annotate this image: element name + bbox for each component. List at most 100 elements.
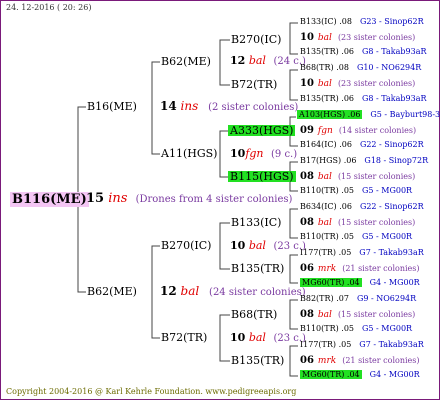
- l4-ancestor-row: B110(TR) .05 G5 - MG00R: [300, 233, 412, 241]
- root-num: 15: [86, 191, 105, 206]
- l4-note: (15 sister colonies): [337, 172, 416, 181]
- l4-origin-label: G10 - NO6294R: [356, 63, 422, 72]
- l2-num: 10: [230, 331, 246, 344]
- l2-queen-a11: A11(HGS): [161, 147, 218, 160]
- l4-num: 08: [300, 217, 314, 228]
- l4-drone-row: 08 bal (15 sister colonies): [300, 218, 415, 228]
- l1-ins: bal: [180, 284, 200, 298]
- l4-origin-label: G5 - MG00R: [362, 186, 413, 195]
- l4-num: 08: [300, 171, 314, 182]
- l4-queen-label: B17(HGS) .06: [300, 156, 357, 165]
- l4-ancestor-row: MG60(TR) .04 G4 - MG00R: [300, 278, 420, 287]
- l4-drone-row: 06 mrk (21 sister colonies): [300, 264, 420, 274]
- l4-note: (23 sister colonies): [337, 33, 416, 42]
- l4-ancestor-row: B68(TR) .08 G10 - NO6294R: [300, 64, 421, 72]
- l4-ancestor-row: I177(TR) .05 G7 - Takab93aR: [300, 249, 424, 257]
- l4-origin-label: G8 - Takab93aR: [362, 47, 427, 56]
- l4-num: 08: [300, 309, 314, 320]
- l4-num: 06: [300, 263, 314, 274]
- l4-note: (23 sister colonies): [337, 79, 416, 88]
- l4-ancestor-row: I177(TR) .05 G7 - Takab93aR: [300, 341, 424, 349]
- l4-note: (21 sister colonies): [342, 356, 420, 365]
- l4-origin-label: G23 - Sinop62R: [359, 17, 424, 26]
- l3-queen-6: B135(TR): [231, 262, 285, 275]
- l2-queen-b270: B270(IC): [161, 239, 212, 252]
- l2-drone-info-1: 12 bal (24 c.): [230, 55, 306, 67]
- l2-num: 10: [230, 239, 246, 252]
- l4-queen-label: MG60(TR) .04: [300, 278, 362, 287]
- date-stamp: 24. 12-2016 ( 20: 26): [6, 3, 92, 12]
- l2-num: 12: [230, 54, 246, 67]
- l4-ins: bal: [317, 33, 332, 43]
- l4-num: 06: [300, 355, 314, 366]
- l4-queen-label: B135(TR) .06: [300, 94, 355, 103]
- l4-origin-label: G18 - Sinop72R: [364, 156, 429, 165]
- l2-ins: bal: [248, 54, 266, 67]
- l4-queen-label: B110(TR) .05: [300, 232, 355, 241]
- l3-queen-3: A333(HGS): [228, 124, 296, 137]
- l4-note: (14 sister colonies): [338, 126, 417, 135]
- l4-ins: mrk: [317, 356, 337, 366]
- l4-queen-label: B634(IC) .06: [300, 202, 352, 211]
- l4-ins: mrk: [317, 264, 337, 274]
- l4-origin-label: G4 - MG00R: [369, 370, 420, 379]
- root-drone-info: 15 ins (Drones from 4 sister colonies): [86, 192, 292, 205]
- l1-queen-b16: B16(ME): [87, 100, 137, 113]
- root-ins: ins: [108, 191, 128, 206]
- l1-drone-info-b62: 12 bal (24 sister colonies): [160, 285, 306, 298]
- l4-ins: fgn: [317, 126, 333, 136]
- l4-ancestor-row: B135(TR) .06 G8 - Takab93aR: [300, 95, 426, 103]
- l2-ins: bal: [248, 239, 266, 252]
- l1-drone-info-b16: 14 ins (2 sister colonies): [160, 100, 298, 113]
- l4-origin-label: G7 - Takab93aR: [359, 248, 424, 257]
- l1-num: 14: [160, 99, 177, 113]
- l4-drone-row: 10 bal (23 sister colonies): [300, 33, 415, 43]
- l4-ins: bal: [317, 172, 332, 182]
- l4-origin-label: G8 - Takab93aR: [362, 94, 427, 103]
- l4-num: 09: [300, 125, 314, 136]
- l4-note: (15 sister colonies): [337, 310, 416, 319]
- l3-queen-5: B133(IC): [231, 216, 282, 229]
- l4-ancestor-row: B17(HGS) .06 G18 - Sinop72R: [300, 157, 428, 165]
- l3-queen-8: B135(TR): [231, 354, 285, 367]
- l4-origin-label: G22 - Sinop62R: [359, 202, 424, 211]
- l4-ancestor-row: B110(TR) .05 G5 - MG00R: [300, 325, 412, 333]
- l2-ins: bal: [248, 331, 266, 344]
- l4-drone-row: 08 bal (15 sister colonies): [300, 172, 415, 182]
- l4-queen-label: I177(TR) .05: [300, 248, 352, 257]
- root-queen: B116(ME): [10, 192, 89, 207]
- l4-ancestor-row: MG60(TR) .04 G4 - MG00R: [300, 370, 420, 379]
- l4-ancestor-row: B110(TR) .05 G5 - MG00R: [300, 187, 412, 195]
- l4-origin-label: G7 - Takab93aR: [359, 340, 424, 349]
- l4-queen-label: A103(HGS) .06: [297, 110, 363, 119]
- l4-ancestor-row: B634(IC) .06 G22 - Sinop62R: [300, 203, 424, 211]
- l2-drone-info-2: 10fgn (9 c.): [230, 148, 297, 160]
- l4-drone-row: 06 mrk (21 sister colonies): [300, 356, 420, 366]
- l3-queen-4: B115(HGS): [228, 170, 296, 183]
- l4-ins: bal: [317, 218, 332, 228]
- l4-queen-label: B82(TR) .07: [300, 294, 349, 303]
- l4-queen-label: B135(TR) .06: [300, 47, 355, 56]
- l2-drone-info-3: 10 bal (23 c.): [230, 240, 306, 252]
- l4-origin-label: G4 - MG00R: [369, 278, 420, 287]
- l4-note: (21 sister colonies): [342, 264, 420, 273]
- l4-ins: bal: [317, 79, 332, 89]
- l1-note: (2 sister colonies): [208, 102, 299, 113]
- l2-num: 10: [230, 147, 246, 160]
- l4-origin-label: G22 - Sinop62R: [359, 140, 424, 149]
- l4-queen-label: B164(IC) .06: [300, 140, 352, 149]
- l4-ancestor-row: B135(TR) .06 G8 - Takab93aR: [300, 48, 426, 56]
- l4-queen-label: B110(TR) .05: [300, 186, 355, 195]
- l4-origin-label: G5 - Bayburt98-3: [370, 110, 440, 119]
- l2-queen-b62: B62(ME): [161, 55, 211, 68]
- l4-ancestor-row: A103(HGS) .06 G5 - Bayburt98-3: [297, 110, 440, 119]
- l3-queen-2: B72(TR): [231, 78, 278, 91]
- l4-note: (15 sister colonies): [337, 218, 416, 227]
- l4-num: 10: [300, 78, 314, 89]
- l3-queen-7: B68(TR): [231, 308, 278, 321]
- l4-origin-label: G5 - MG00R: [362, 232, 413, 241]
- l4-origin-label: G9 - NO6294R: [356, 294, 417, 303]
- l4-ancestor-row: B133(IC) .08 G23 - Sinop62R: [300, 18, 424, 26]
- l2-note: (9 c.): [271, 149, 298, 160]
- l4-queen-label: B110(TR) .05: [300, 324, 355, 333]
